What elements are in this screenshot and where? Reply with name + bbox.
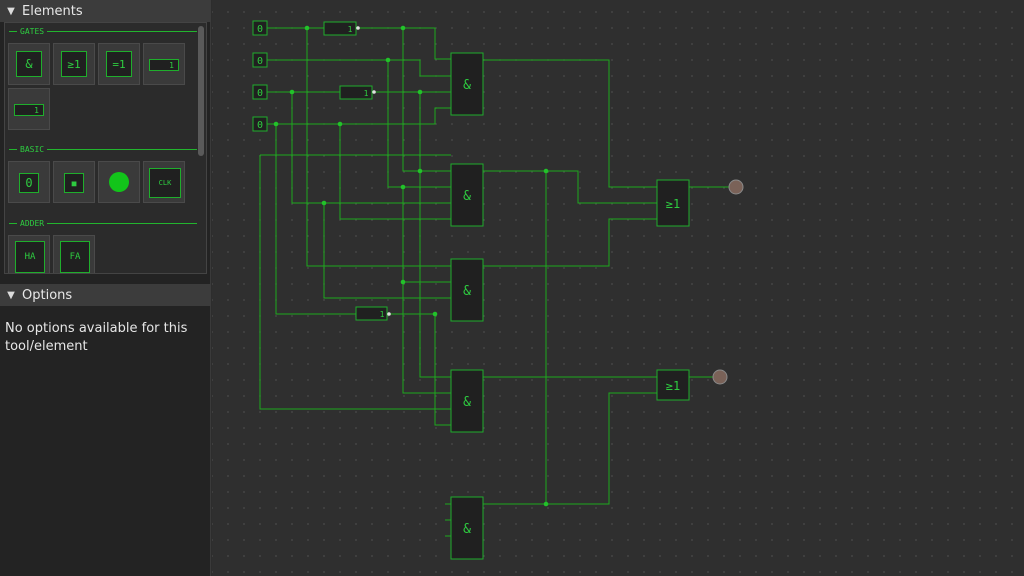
svg-text:1: 1 xyxy=(364,89,369,98)
section-title-adder: ADDER xyxy=(9,218,197,228)
svg-text:0: 0 xyxy=(257,24,263,35)
output-led-2[interactable] xyxy=(712,369,728,385)
tile-xor-gate[interactable]: =1 xyxy=(98,43,140,85)
or-gate-2[interactable]: ≥1 xyxy=(656,369,690,401)
tile-clock[interactable]: CLK xyxy=(143,161,185,203)
full-adder-icon: FA xyxy=(60,241,90,273)
svg-text:≥1: ≥1 xyxy=(666,197,680,211)
tile-buffer[interactable]: 1 xyxy=(8,88,50,130)
or-gate-1[interactable]: ≥1 xyxy=(656,179,690,227)
palette-scrollbar-thumb[interactable] xyxy=(198,26,204,156)
svg-text:&: & xyxy=(463,189,471,204)
elements-palette: GATES & ≥1 =1 1 1 BASIC 0 ■ CLK ADDER HA… xyxy=(4,22,207,274)
half-adder-icon: HA xyxy=(15,241,45,273)
xor-gate-icon: =1 xyxy=(106,51,132,77)
not-gate-1[interactable]: 1 xyxy=(323,21,360,36)
svg-text:&: & xyxy=(463,522,471,537)
input-switch-4[interactable]: 0 xyxy=(252,116,268,132)
input-switch-1[interactable]: 0 xyxy=(252,20,268,36)
options-panel-header[interactable]: ▼ Options xyxy=(0,284,211,306)
not-gate-icon: 1 xyxy=(149,59,179,71)
collapse-caret-icon[interactable]: ▼ xyxy=(0,290,22,301)
and-gate-2[interactable]: & xyxy=(450,163,484,227)
tile-not-gate[interactable]: 1 xyxy=(143,43,185,85)
and-gate-3[interactable]: & xyxy=(450,258,484,322)
svg-text:1: 1 xyxy=(380,310,385,319)
circuit-diagram[interactable]: 0 0 0 0 1 1 1 & & & & & ≥1 ≥1 xyxy=(212,0,1024,576)
input-switch-3[interactable]: 0 xyxy=(252,84,268,100)
elements-header-label: Elements xyxy=(22,3,83,19)
not-gate-2[interactable]: 1 xyxy=(339,85,376,100)
tile-input-switch[interactable]: 0 xyxy=(8,161,50,203)
and-gate-5[interactable]: & xyxy=(450,496,484,560)
input-switches[interactable]: 0 0 0 0 xyxy=(252,20,268,132)
svg-text:0: 0 xyxy=(257,120,263,131)
tile-full-adder[interactable]: FA xyxy=(53,235,95,273)
section-title-gates: GATES xyxy=(9,26,197,36)
svg-text:0: 0 xyxy=(257,88,263,99)
elements-panel-header[interactable]: ▼ Elements xyxy=(0,0,211,22)
input-switch-2[interactable]: 0 xyxy=(252,52,268,68)
tile-button[interactable]: ■ xyxy=(53,161,95,203)
tile-or-gate[interactable]: ≥1 xyxy=(53,43,95,85)
options-header-label: Options xyxy=(22,287,73,303)
led-icon xyxy=(109,172,129,192)
collapse-caret-icon[interactable]: ▼ xyxy=(0,6,22,17)
svg-text:&: & xyxy=(463,395,471,410)
and-gate-4[interactable]: & xyxy=(450,369,484,433)
svg-text:&: & xyxy=(463,78,471,93)
and-gate-icon: & xyxy=(16,51,42,77)
and-gate-1[interactable]: & xyxy=(450,52,484,116)
section-title-basic: BASIC xyxy=(9,144,197,154)
or-gates[interactable]: ≥1 ≥1 xyxy=(656,179,690,401)
svg-text:0: 0 xyxy=(257,56,263,67)
svg-text:&: & xyxy=(463,284,471,299)
not-gates[interactable]: 1 1 1 xyxy=(323,21,391,321)
or-gate-icon: ≥1 xyxy=(61,51,87,77)
button-icon: ■ xyxy=(64,173,84,193)
wires xyxy=(259,27,735,537)
and-gates[interactable]: & & & & & xyxy=(450,52,484,560)
not-gate-3[interactable]: 1 xyxy=(355,306,391,321)
svg-text:1: 1 xyxy=(348,25,353,34)
buffer-icon: 1 xyxy=(14,104,44,116)
clock-icon: CLK xyxy=(149,168,181,198)
svg-text:≥1: ≥1 xyxy=(666,379,680,393)
output-leds[interactable] xyxy=(712,179,744,385)
tile-half-adder[interactable]: HA xyxy=(8,235,50,273)
tile-led[interactable] xyxy=(98,161,140,203)
options-message: No options available for this tool/eleme… xyxy=(5,321,188,354)
tile-and-gate[interactable]: & xyxy=(8,43,50,85)
circuit-canvas[interactable]: 0 0 0 0 1 1 1 & & & & & ≥1 ≥1 xyxy=(212,0,1024,576)
output-led-1[interactable] xyxy=(728,179,744,195)
input-switch-icon: 0 xyxy=(19,173,39,193)
sidebar: ▼ Elements GATES & ≥1 =1 1 1 BASIC 0 ■ C… xyxy=(0,0,211,576)
